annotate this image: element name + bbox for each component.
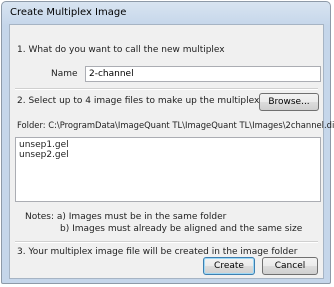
section-2-label: 2. Select up to 4 image files to make up…: [17, 96, 260, 106]
notes-line-1: Notes: a) Images must be in the same fol…: [25, 212, 227, 222]
create-button[interactable]: Create: [203, 257, 255, 275]
separator-1: [15, 88, 318, 90]
section-1-label: 1. What do you want to call the new mult…: [17, 45, 225, 55]
cancel-button[interactable]: Cancel: [262, 257, 318, 275]
name-input[interactable]: [85, 66, 321, 82]
name-label: Name: [51, 69, 78, 79]
separator-2: [15, 241, 318, 243]
title-bar[interactable]: Create Multiplex Image: [2, 2, 330, 24]
dialog-body: 1. What do you want to call the new mult…: [9, 24, 334, 279]
window-title: Create Multiplex Image: [10, 7, 127, 18]
file-list-item-2[interactable]: unsep2.gel: [19, 150, 69, 160]
folder-path: Folder: C:\ProgramData\ImageQuant TL\Ima…: [17, 120, 334, 130]
file-list-item-1[interactable]: unsep1.gel: [19, 140, 69, 150]
section-3-label: 3. Your multiplex image file will be cre…: [17, 247, 298, 257]
notes-line-2: b) Images must already be aligned and th…: [60, 224, 303, 234]
dialog-window: Create Multiplex Image 1. What do you wa…: [1, 1, 334, 284]
browse-button[interactable]: Browse...: [259, 93, 319, 111]
file-list[interactable]: unsep1.gel unsep2.gel: [15, 137, 321, 202]
